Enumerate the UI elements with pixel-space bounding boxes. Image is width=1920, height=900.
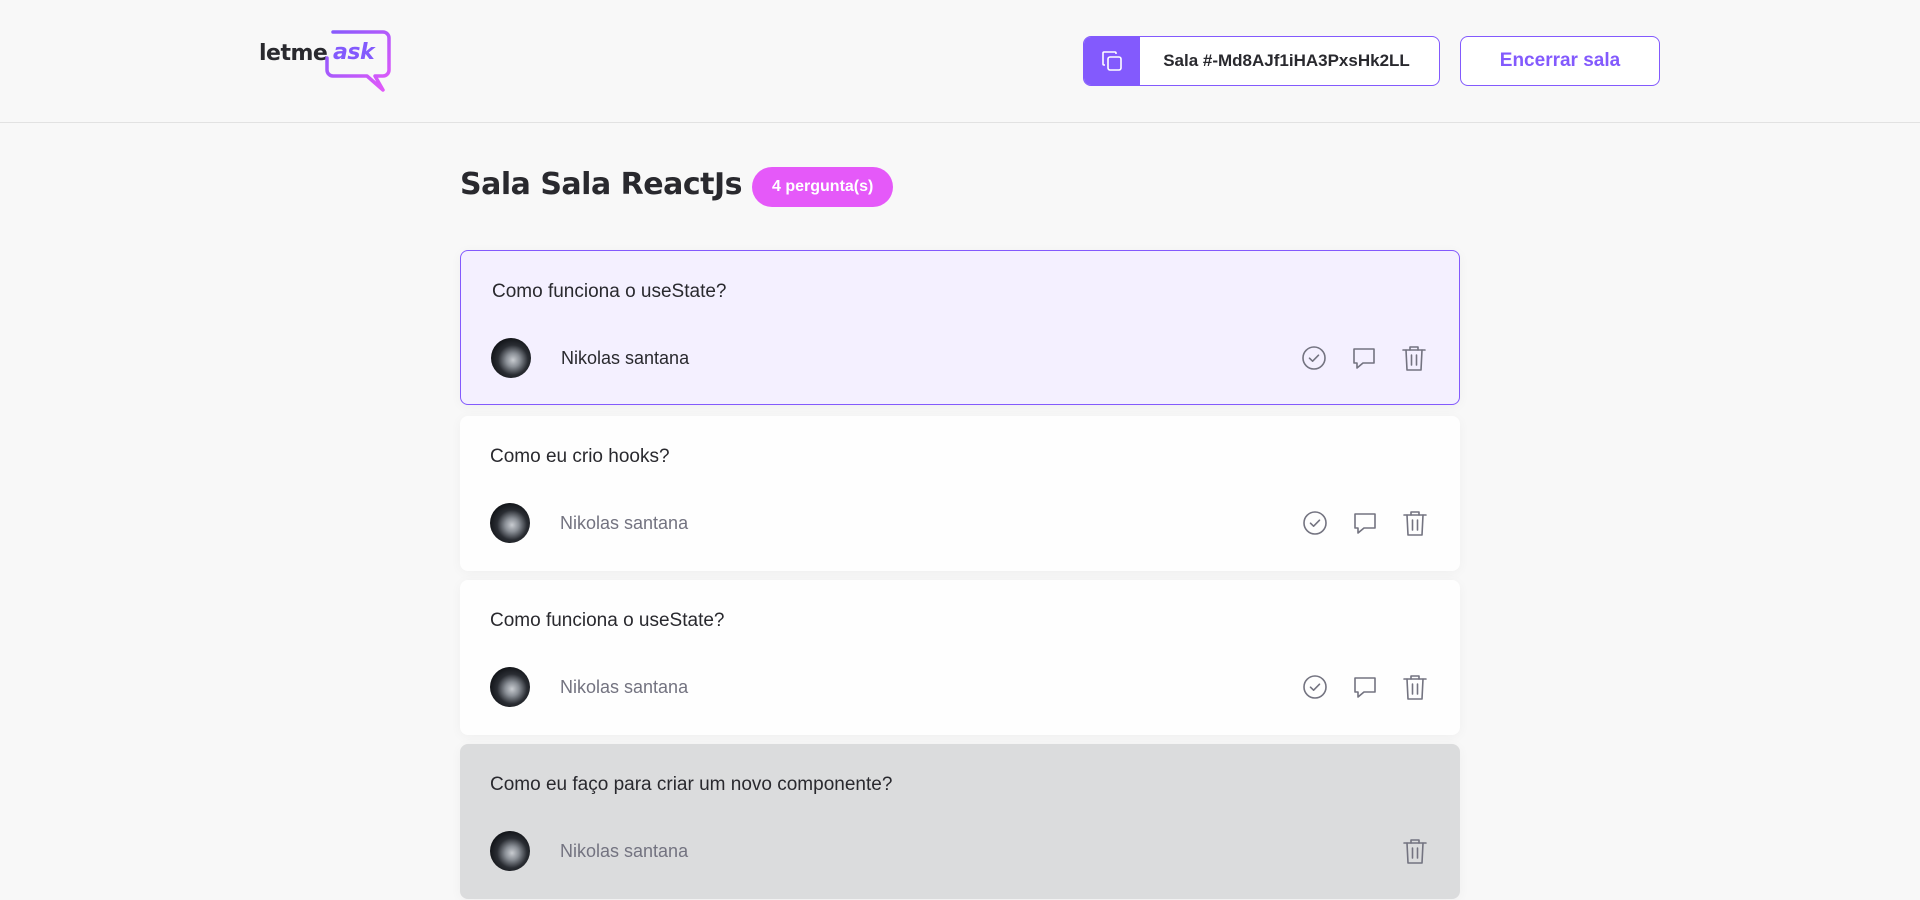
trash-icon[interactable] xyxy=(1400,836,1430,866)
author-name: Nikolas santana xyxy=(560,840,689,861)
question-author: Nikolas santana xyxy=(490,503,688,543)
room-code-label: Sala #-Md8AJf1iHA3PxsHk2LL xyxy=(1163,51,1410,70)
check-circle-icon[interactable] xyxy=(1300,672,1330,702)
trash-icon[interactable] xyxy=(1400,508,1430,538)
chat-bubble-icon[interactable] xyxy=(1349,343,1379,373)
trash-icon[interactable] xyxy=(1400,672,1430,702)
letmeask-logo[interactable]: letme ask xyxy=(258,28,394,94)
question-card: Como eu crio hooks? Nikolas santana xyxy=(460,416,1460,571)
copy-icon xyxy=(1084,37,1140,85)
avatar xyxy=(491,338,531,378)
question-author: Nikolas santana xyxy=(490,831,688,871)
chat-bubble-icon[interactable] xyxy=(1350,508,1380,538)
question-author: Nikolas santana xyxy=(491,338,689,378)
question-actions xyxy=(1299,339,1429,377)
question-actions xyxy=(1300,504,1430,542)
author-name: Nikolas santana xyxy=(561,347,690,368)
question-text: Como funciona o useState? xyxy=(492,281,727,302)
chat-bubble-icon[interactable] xyxy=(1350,672,1380,702)
question-actions xyxy=(1400,832,1430,870)
trash-icon[interactable] xyxy=(1399,343,1429,373)
logo-accent-text: ask xyxy=(333,40,375,65)
question-card: Como funciona o useState? Nikolas santan… xyxy=(460,580,1460,735)
question-count-badge: 4 pergunta(s) xyxy=(752,167,894,207)
question-card: Como eu faço para criar um novo componen… xyxy=(460,744,1460,899)
avatar xyxy=(490,667,530,707)
author-name: Nikolas santana xyxy=(560,512,689,533)
check-circle-icon[interactable] xyxy=(1300,508,1330,538)
logo-text: letme xyxy=(259,41,328,66)
question-card: Como funciona o useState? Nikolas santan… xyxy=(460,250,1460,405)
avatar xyxy=(490,831,530,871)
copy-room-code-button[interactable]: Sala #-Md8AJf1iHA3PxsHk2LL xyxy=(1083,36,1440,86)
page-title: Sala Sala ReactJs xyxy=(460,167,742,202)
question-author: Nikolas santana xyxy=(490,667,688,707)
question-text: Como funciona o useState? xyxy=(490,610,725,631)
question-actions xyxy=(1300,668,1430,706)
question-text: Como eu crio hooks? xyxy=(490,446,670,467)
close-room-button[interactable]: Encerrar sala xyxy=(1460,36,1660,86)
check-circle-icon[interactable] xyxy=(1299,343,1329,373)
page-header: letme ask Sala #-Md8AJf1iHA3PxsHk2LL Enc… xyxy=(0,0,1920,123)
avatar xyxy=(490,503,530,543)
question-text: Como eu faço para criar um novo componen… xyxy=(490,774,893,795)
author-name: Nikolas santana xyxy=(560,676,689,697)
